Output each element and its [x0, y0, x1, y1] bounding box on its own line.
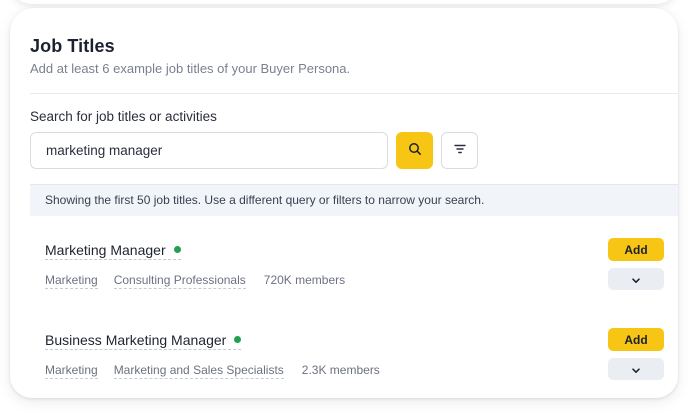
search-input[interactable]	[30, 132, 388, 169]
previous-card-edge	[10, 0, 678, 4]
chevron-down-icon	[631, 272, 641, 287]
member-count: 720K members	[263, 273, 346, 287]
filter-icon	[453, 143, 467, 158]
search-label: Search for job titles or activities	[30, 109, 217, 124]
job-title-meta: Marketing Marketing and Sales Specialists…	[45, 363, 380, 379]
industry-tag[interactable]: Consulting Professionals	[113, 273, 246, 289]
status-dot	[234, 336, 242, 343]
filter-button[interactable]	[441, 132, 478, 169]
page-title: Job Titles	[30, 36, 115, 56]
job-title-name[interactable]: Marketing Manager	[45, 242, 181, 260]
member-count: 2.3K members	[301, 363, 380, 377]
status-dot	[173, 246, 181, 253]
page-subtitle: Add at least 6 example job titles of you…	[30, 61, 351, 76]
divider	[30, 93, 678, 94]
results-notice: Showing the first 50 job titles. Use a d…	[30, 184, 678, 216]
add-button[interactable]: Add	[608, 328, 664, 351]
expand-button[interactable]	[608, 358, 664, 380]
function-tag[interactable]: Marketing	[45, 273, 98, 289]
function-tag[interactable]: Marketing	[45, 363, 98, 379]
expand-button[interactable]	[608, 268, 664, 290]
job-title-row: Business Marketing Manager Marketing Mark…	[45, 328, 664, 392]
industry-tag[interactable]: Marketing and Sales Specialists	[113, 363, 284, 379]
job-title-meta: Marketing Consulting Professionals 720K me…	[45, 273, 346, 289]
search-button[interactable]	[396, 132, 433, 169]
job-title-row: Marketing Manager Marketing Consulting Pr…	[45, 238, 664, 302]
chevron-down-icon	[631, 362, 641, 377]
search-icon	[408, 142, 422, 159]
job-title-name[interactable]: Business Marketing Manager	[45, 332, 242, 350]
add-button[interactable]: Add	[608, 238, 664, 261]
job-titles-card: Job Titles Add at least 6 example job ti…	[10, 8, 678, 398]
